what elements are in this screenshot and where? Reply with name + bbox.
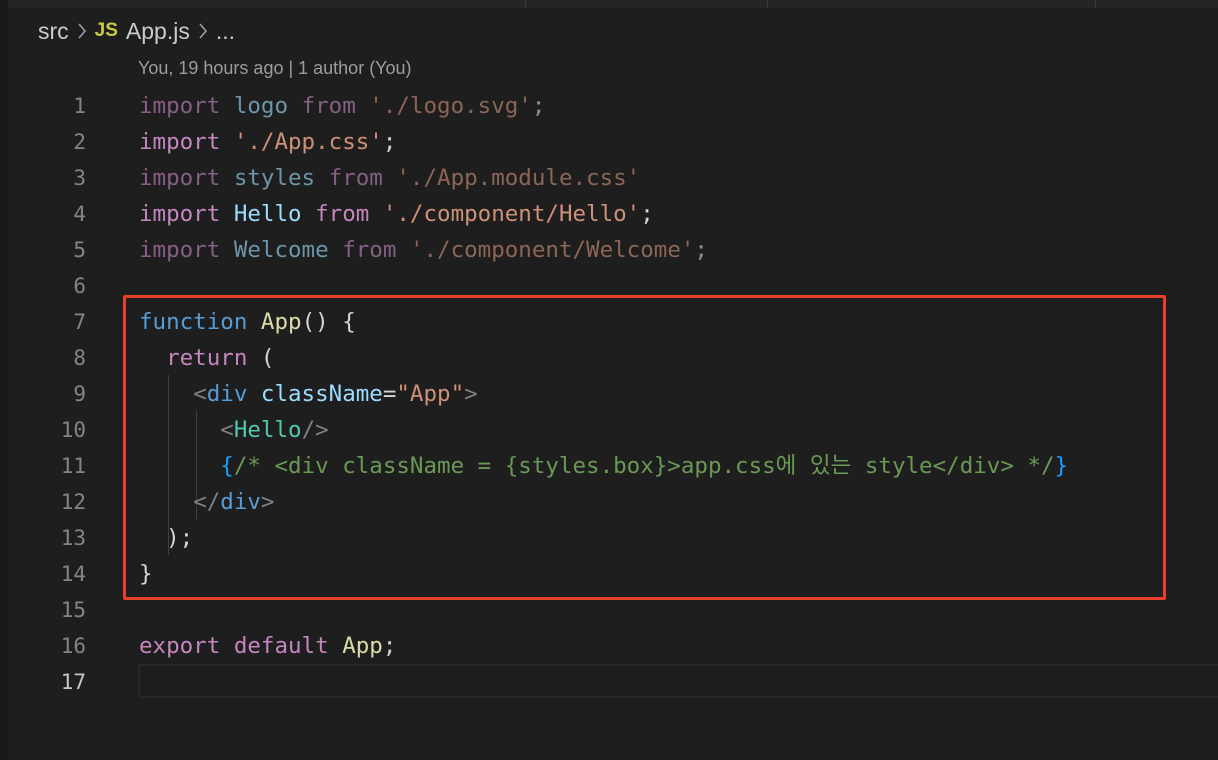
line-code: export default App; [139,628,396,664]
tab-bar [8,0,1218,8]
code-token: Hello [233,201,302,227]
line-code: import logo from './logo.svg'; [139,88,545,124]
chevron-right-icon [78,23,86,39]
code-token: ; [531,93,546,119]
line-code: import Welcome from './component/Welcome… [139,232,708,268]
javascript-file-icon: JS [94,20,118,41]
line-number: 9 [73,382,86,406]
code-line[interactable]: 16 export default App; [0,628,1218,664]
code-token: from [328,165,383,191]
code-token: styles [233,165,316,191]
code-token: ; [640,201,654,227]
code-token: import [139,201,221,227]
code-token: default [233,633,329,659]
code-token: export [139,633,221,659]
line-number: 8 [73,346,86,370]
breadcrumb: src JS App.js ... [38,16,235,46]
code-token: './component/Welcome' [409,237,695,263]
line-code: import Hello from './component/Hello'; [139,196,654,232]
tab-divider [1095,0,1096,8]
code-line[interactable]: 5 import Welcome from './component/Welcom… [0,232,1218,268]
tab-divider [767,0,768,8]
code-token: from [315,201,370,227]
code-token: ; [382,633,397,659]
code-line[interactable]: 2 import './App.css'; [0,124,1218,160]
line-code: import './App.css'; [139,124,396,160]
code-token: import [139,129,221,155]
code-token: App [342,633,383,659]
code-line[interactable]: 4 import Hello from './component/Hello'; [0,196,1218,232]
code-token: './App.css' [233,129,383,155]
code-token: from [342,237,397,263]
line-number: 15 [60,598,86,622]
code-token: import [139,93,221,119]
line-code: import styles from './App.module.css' [139,160,640,196]
code-token: './logo.svg' [369,93,532,119]
tab-divider [525,0,526,8]
code-token: Welcome [233,237,329,263]
breadcrumb-more[interactable]: ... [216,18,235,45]
line-number: 2 [73,130,86,154]
code-token: ; [382,129,397,155]
code-token: import [139,237,221,263]
code-line[interactable]: 1 import logo from './logo.svg'; [0,88,1218,124]
line-number: 10 [60,418,86,442]
line-number: 12 [60,490,86,514]
code-token: './component/Hello' [382,201,641,227]
line-number: 4 [73,202,86,226]
line-number: 14 [60,562,86,586]
line-number: 1 [73,94,86,118]
line-number: 11 [60,454,86,478]
annotation-highlight-box [123,295,1166,600]
code-line[interactable]: 3 import styles from './App.module.css' [0,160,1218,196]
line-number: 16 [60,634,86,658]
code-token: import [139,165,221,191]
code-line[interactable]: 17 [0,664,1218,700]
git-blame-codelens[interactable]: You, 19 hours ago | 1 author (You) [138,58,412,79]
line-number: 7 [73,310,86,334]
code-token: logo [233,93,289,119]
breadcrumb-file[interactable]: App.js [126,18,190,45]
line-number: 17 [60,670,86,694]
code-token: ; [694,237,708,263]
line-number: 6 [73,274,86,298]
line-number: 5 [73,238,86,262]
chevron-right-icon [199,23,207,39]
code-token: './App.module.css' [396,165,641,191]
code-token: from [301,93,356,119]
line-number: 13 [60,526,86,550]
breadcrumb-folder[interactable]: src [38,18,69,45]
line-number: 3 [73,166,86,190]
